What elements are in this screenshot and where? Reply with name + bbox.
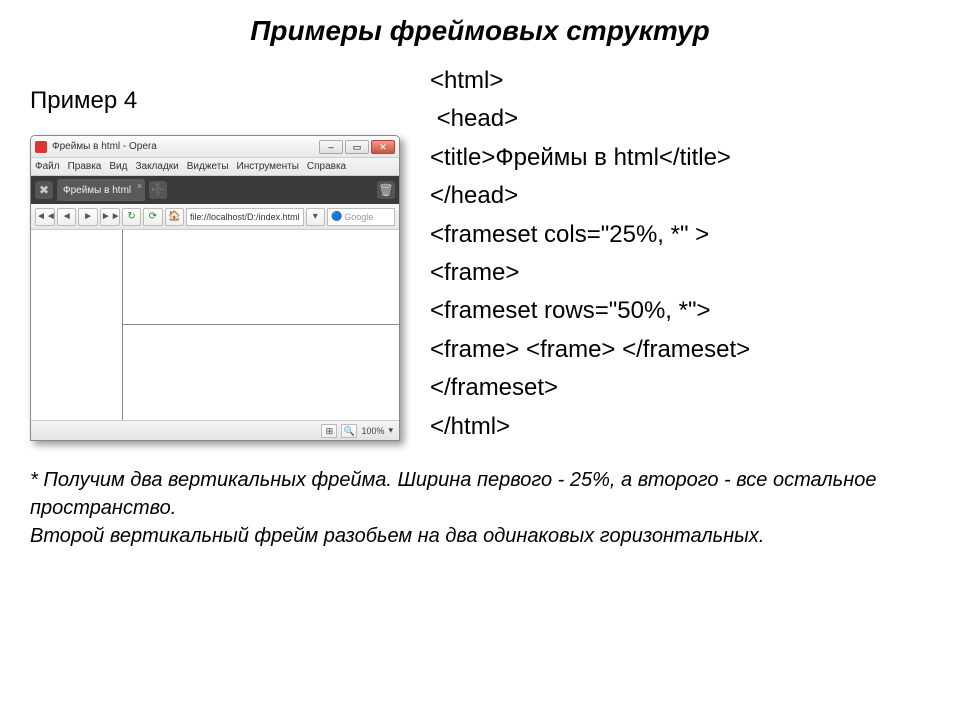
maximize-button[interactable]: ▭ [345,140,369,154]
code-line: <html> [430,62,930,100]
code-block: <html> <head> <title>Фреймы в html</titl… [430,62,930,446]
frame-right-bottom [123,325,399,420]
footer-p1: * Получим два вертикальных фрейма. Ширин… [30,466,930,522]
tab-label: Фреймы в html [63,185,131,196]
code-line: </html> [430,408,930,446]
page-title: Примеры фреймовых структур [0,0,960,52]
example-label: Пример 4 [30,87,410,115]
ffwd-button[interactable]: ►► [100,208,120,226]
menu-bookmarks[interactable]: Закладки [135,161,178,172]
code-line: <frame> <frame> </frameset> [430,331,930,369]
reload-button[interactable]: ↻ [122,208,141,226]
zoom-level: 100% [361,426,384,436]
tab-close-icon[interactable]: × [137,181,142,191]
wand-button[interactable]: ⟳ [143,208,162,226]
frame-right-top [123,230,399,325]
url-input[interactable]: file://localhost/D:/index.html [186,208,304,226]
opera-icon [35,141,47,153]
frame-left [31,230,123,420]
search-placeholder: Google [344,212,373,222]
menu-tools[interactable]: Инструменты [237,161,299,172]
menu-file[interactable]: Файл [35,161,60,172]
minimize-button[interactable]: – [319,140,343,154]
zoom-dropdown-icon[interactable]: ▾ [388,425,393,436]
url-dropdown-icon[interactable]: ▾ [306,208,325,226]
code-line: </frameset> [430,369,930,407]
code-line: <frameset rows="50%, *"> [430,292,930,330]
code-line: <head> [430,100,930,138]
footer-p2: Второй вертикальный фрейм разобьем на дв… [30,522,930,550]
menu-view[interactable]: Вид [109,161,127,172]
new-tab-button[interactable]: ➕ [149,181,167,199]
code-line: <title>Фреймы в html</title> [430,139,930,177]
browser-window: Фреймы в html - Opera – ▭ ✕ Файл Правка … [30,135,400,441]
search-input[interactable]: 🔵Google [327,208,395,226]
rewind-button[interactable]: ◄◄ [35,208,55,226]
forward-button[interactable]: ► [78,208,97,226]
menu-help[interactable]: Справка [307,161,346,172]
tab-active[interactable]: Фреймы в html × [57,179,145,201]
menu-edit[interactable]: Правка [68,161,102,172]
panel-toggle-icon[interactable]: ✖ [35,181,53,199]
statusbar: ⊞ 🔍 100% ▾ [31,420,399,440]
frame-right [123,230,399,420]
close-button[interactable]: ✕ [371,140,395,154]
menubar: Файл Правка Вид Закладки Виджеты Инструм… [31,158,399,176]
menu-widgets[interactable]: Виджеты [187,161,229,172]
navbar: ◄◄ ◄ ► ►► ↻ ⟳ 🏠 file://localhost/D:/inde… [31,204,399,230]
footer-note: * Получим два вертикальных фрейма. Ширин… [0,446,960,550]
tabbar: ✖ Фреймы в html × ➕ 🗑 [31,176,399,204]
view-mode-icon[interactable]: ⊞ [321,424,337,438]
code-line: </head> [430,177,930,215]
back-button[interactable]: ◄ [57,208,76,226]
titlebar: Фреймы в html - Opera – ▭ ✕ [31,136,399,158]
zoom-icon[interactable]: 🔍 [341,424,357,438]
code-line: <frame> [430,254,930,292]
code-line: <frameset cols="25%, *" > [430,216,930,254]
viewport [31,230,399,420]
trash-icon[interactable]: 🗑 [377,181,395,199]
window-title: Фреймы в html - Opera [52,141,319,152]
home-button[interactable]: 🏠 [165,208,184,226]
